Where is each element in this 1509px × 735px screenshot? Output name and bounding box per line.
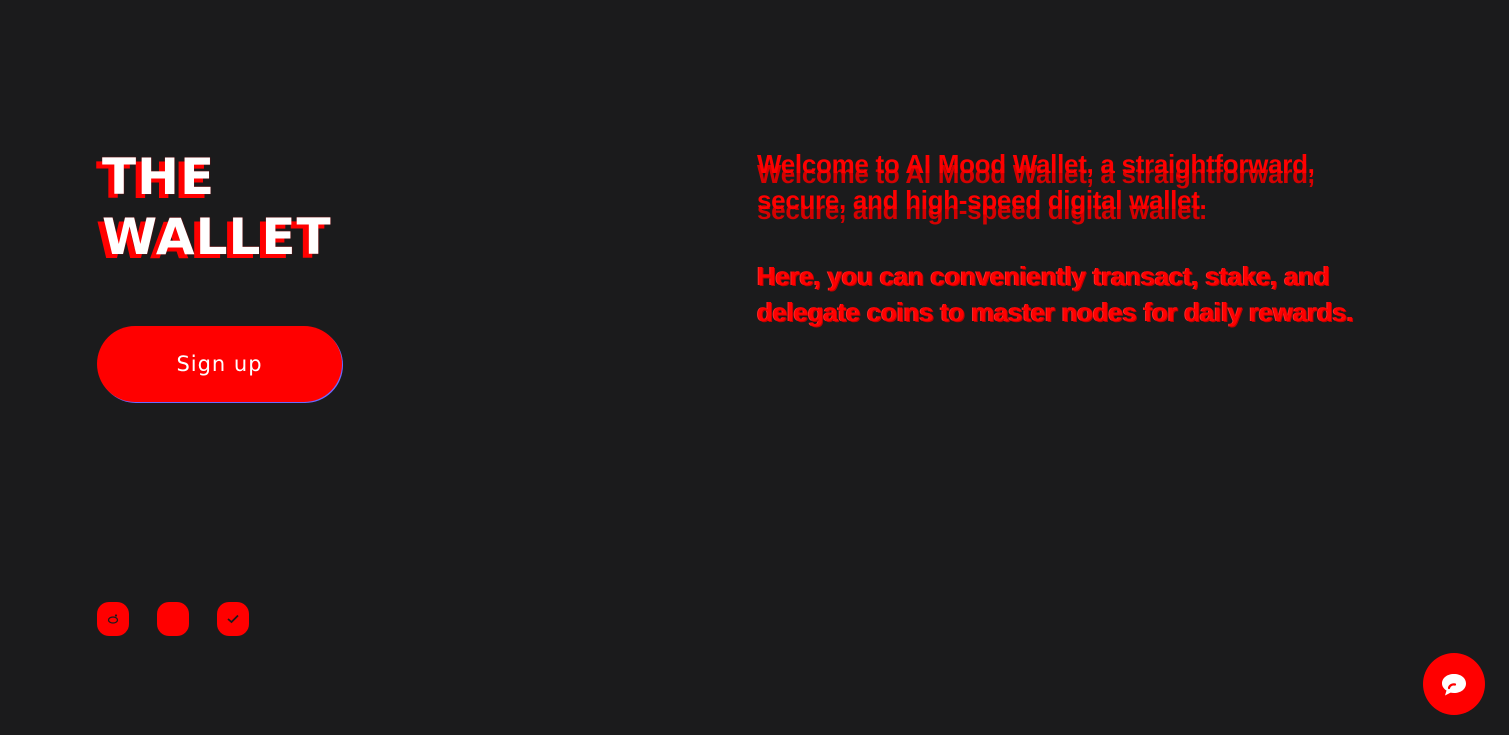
chat-bubble-icon	[1442, 674, 1466, 696]
logo-line-the: THE THE	[96, 152, 214, 206]
intro-text: Welcome to AI Mood Wallet, a straightfor…	[757, 146, 1397, 330]
logo-line-wallet: WALLET WALLET	[96, 212, 331, 266]
logo-line-the-text: THE	[102, 148, 216, 206]
github-icon[interactable]	[157, 602, 189, 636]
logo-line-wallet-text: WALLET	[102, 208, 332, 266]
intro-paragraph-features: Here, you can conveniently transact, sta…	[757, 258, 1397, 330]
reddit-icon[interactable]	[97, 602, 129, 636]
telegram-icon[interactable]	[217, 602, 249, 636]
wallet-logo: THE THE WALLET WALLET	[96, 146, 396, 276]
intro-paragraph-welcome: Welcome to AI Mood Wallet, a straightfor…	[757, 146, 1397, 225]
sign-up-button[interactable]: Sign up	[97, 326, 342, 402]
chat-launcher-button[interactable]	[1423, 653, 1485, 715]
sign-up-label: Sign up	[176, 352, 263, 376]
social-links	[97, 602, 249, 636]
intro-paragraph-features-text: Here, you can conveniently transact, sta…	[757, 261, 1354, 327]
